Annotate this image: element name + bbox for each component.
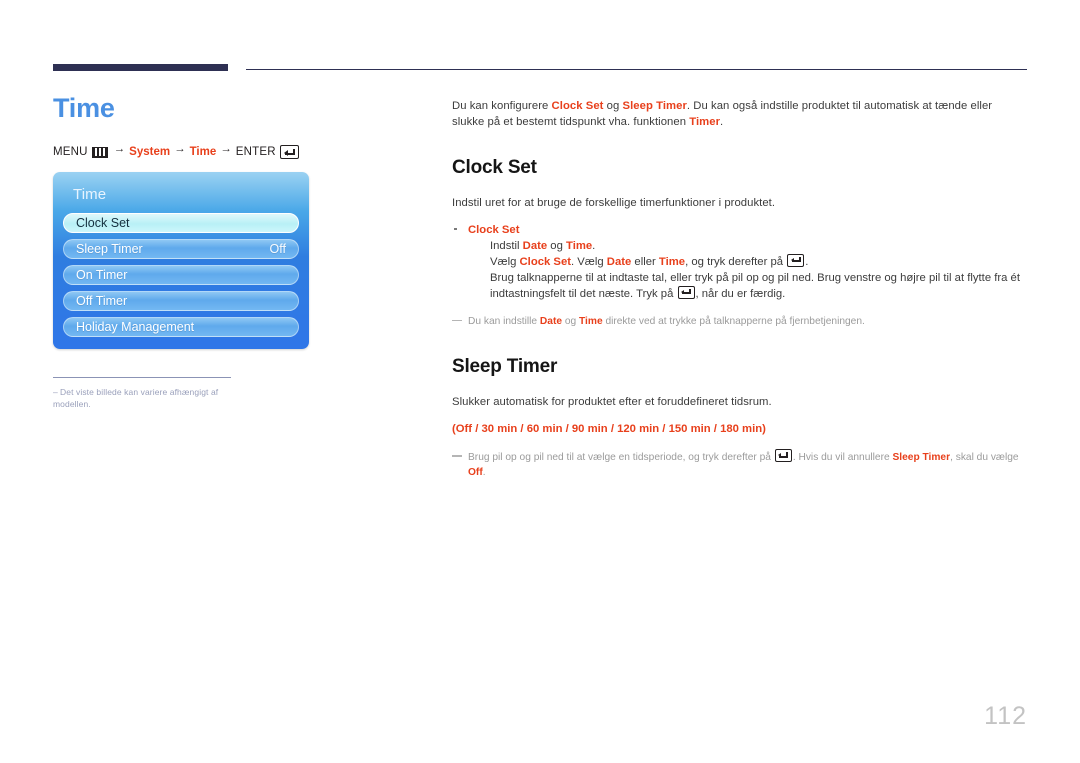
section-heading-clock-set: Clock Set bbox=[452, 157, 537, 178]
left-column: Time MENU → System → Time → ENTER Time C… bbox=[53, 92, 413, 410]
page-number: 112 bbox=[984, 702, 1027, 730]
enter-key-icon bbox=[279, 145, 299, 159]
clock-set-intro: Indstil uret for at bruge de forskellige… bbox=[452, 197, 776, 209]
clock-set-line-1: Indstil Date og Time. bbox=[490, 238, 1027, 254]
enter-key-icon bbox=[774, 449, 792, 462]
intro-text-a: Du kan konfigurere bbox=[452, 100, 552, 112]
footnote-text-row: – Det viste billede kan variere afhængigt… bbox=[53, 386, 233, 410]
header-rule-thick bbox=[53, 64, 228, 71]
st-note-term-sleep-timer: Sleep Timer bbox=[892, 452, 951, 463]
arrow-icon-3: → bbox=[220, 143, 232, 155]
osd-row-label: Clock Set bbox=[76, 216, 130, 230]
line1-term-time: Time bbox=[566, 239, 593, 252]
arrow-icon-2: → bbox=[174, 143, 186, 155]
menu-path-step-time: Time bbox=[189, 146, 217, 158]
osd-menu-title: Time bbox=[73, 186, 107, 203]
osd-row-off-timer[interactable]: Off Timer bbox=[63, 291, 299, 311]
line2-h: . bbox=[805, 255, 809, 268]
sleep-timer-note: Brug pil op og pil ned til at vælge en t… bbox=[452, 449, 1027, 480]
header-rule-thin bbox=[246, 69, 1027, 70]
footnote-divider bbox=[53, 377, 231, 378]
osd-row-sleep-timer[interactable]: Sleep Timer Off bbox=[63, 239, 299, 259]
note-term-time: Time bbox=[579, 315, 603, 327]
osd-row-value: Off bbox=[269, 242, 286, 256]
line2-a: Vælg bbox=[490, 255, 520, 268]
enter-key-icon bbox=[787, 253, 805, 267]
st-note-a: Brug pil op og pil ned til at vælge en t… bbox=[468, 452, 774, 463]
line1-term-date: Date bbox=[522, 239, 548, 252]
osd-row-label: Off Timer bbox=[76, 294, 128, 308]
st-note-b: . Hvis du vil annullere bbox=[792, 452, 893, 463]
sleep-timer-options: (Off / 30 min / 60 min / 90 min / 120 mi… bbox=[452, 423, 766, 435]
right-column: Du kan konfigurere Clock Set og Sleep Ti… bbox=[452, 99, 1027, 480]
osd-row-label: Holiday Management bbox=[76, 320, 195, 334]
line1-c: og bbox=[547, 239, 566, 252]
st-note-f: . bbox=[482, 467, 486, 478]
sleep-timer-intro: Slukker automatisk for produktet efter e… bbox=[452, 395, 772, 408]
st-note-term-off: Off bbox=[468, 467, 483, 478]
page-title: Time bbox=[53, 93, 115, 123]
line2-term-clock-set: Clock Set bbox=[519, 255, 571, 268]
line2-term-date: Date bbox=[606, 255, 632, 268]
note-e: direkte ved at trykke på talknapperne på… bbox=[602, 315, 865, 327]
arrow-icon-1: → bbox=[113, 143, 126, 155]
line2-e: eller bbox=[631, 255, 659, 268]
osd-row-on-timer[interactable]: On Timer bbox=[63, 265, 299, 285]
st-note-d: , skal du vælge bbox=[950, 452, 1019, 463]
menu-path-step-system: System bbox=[129, 146, 171, 158]
menu-path-enter-label: ENTER bbox=[235, 146, 276, 158]
osd-row-label: Sleep Timer bbox=[76, 242, 143, 256]
menu-path-breadcrumb: MENU → System → Time → ENTER bbox=[53, 143, 413, 160]
note-term-date: Date bbox=[539, 315, 563, 327]
osd-menu-panel: Time Clock Set Sleep Timer Off On Timer … bbox=[53, 172, 309, 349]
clock-set-bullet-heading: Clock Set bbox=[468, 223, 520, 236]
note-c: og bbox=[562, 315, 580, 327]
clock-set-line-2: Vælg Clock Set. Vælg Date eller Time, og… bbox=[490, 253, 1027, 270]
note-dash-icon bbox=[452, 319, 462, 321]
enter-key-icon bbox=[677, 285, 695, 299]
page-header-rules bbox=[0, 0, 1080, 71]
intro-paragraph: Du kan konfigurere Clock Set og Sleep Ti… bbox=[452, 99, 1027, 130]
line1-a: Indstil bbox=[490, 239, 523, 252]
line3-b: , når du er færdig. bbox=[695, 287, 786, 300]
bullet-dot-icon bbox=[454, 227, 457, 230]
line2-g: , og tryk derefter på bbox=[685, 255, 787, 268]
line2-term-time: Time bbox=[658, 255, 686, 268]
intro-text-g: . bbox=[720, 115, 724, 128]
clock-set-line-3: Brug talknapperne til at indtaste tal, e… bbox=[490, 270, 1027, 302]
osd-row-clock-set[interactable]: Clock Set bbox=[63, 213, 299, 233]
menu-bars-icon bbox=[91, 146, 108, 158]
intro-term-clock-set: Clock Set bbox=[551, 100, 604, 112]
footnote-text: Det viste billede kan variere afhængigt … bbox=[53, 387, 219, 409]
menu-path-menu-label: MENU bbox=[53, 146, 88, 158]
line2-c: . Vælg bbox=[571, 255, 607, 268]
image-footnote: – Det viste billede kan variere afhængigt… bbox=[53, 377, 233, 410]
line1-e: . bbox=[592, 239, 596, 252]
clock-set-note: Du kan indstille Date og Time direkte ve… bbox=[452, 314, 1027, 329]
note-a: Du kan indstille bbox=[468, 315, 540, 327]
intro-text-c: og bbox=[603, 100, 623, 112]
intro-term-sleep-timer: Sleep Timer bbox=[622, 100, 687, 112]
note-dash-icon bbox=[452, 455, 462, 457]
footnote-dash: – bbox=[53, 387, 58, 397]
intro-term-timer: Timer bbox=[689, 115, 721, 128]
osd-row-label: On Timer bbox=[76, 268, 128, 282]
clock-set-bullet: Clock Set Indstil Date og Time. Vælg Clo… bbox=[452, 222, 1027, 302]
osd-row-holiday-management[interactable]: Holiday Management bbox=[63, 317, 299, 337]
section-heading-sleep-timer: Sleep Timer bbox=[452, 355, 558, 377]
